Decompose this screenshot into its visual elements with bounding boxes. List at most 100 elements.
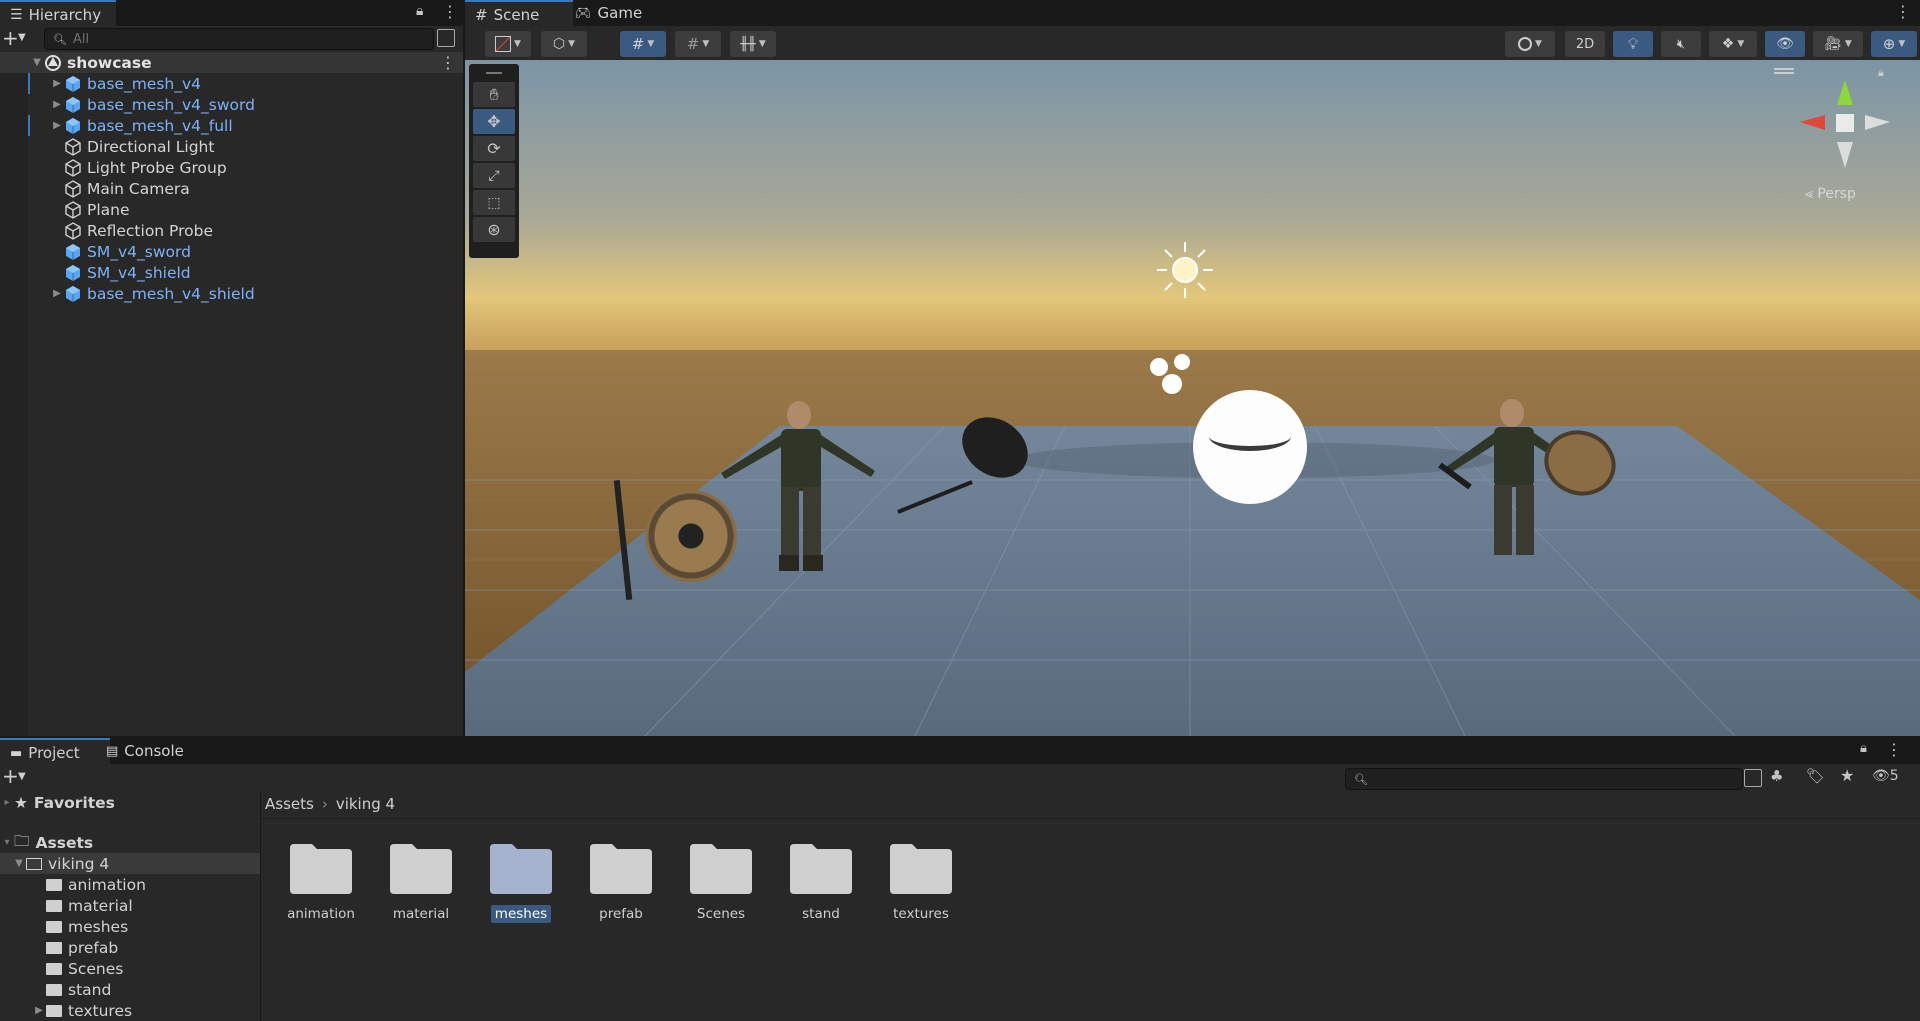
hierarchy-item[interactable]: ▶ base_mesh_v4_shield — [0, 283, 463, 304]
folder-tile[interactable]: stand — [775, 840, 867, 922]
filter-by-label-icon[interactable]: 🏷︎ — [1806, 767, 1825, 785]
hierarchy-item[interactable]: SM_v4_sword — [0, 241, 463, 262]
folder-tile[interactable]: textures — [875, 840, 967, 922]
hierarchy-item[interactable]: SM_v4_shield — [0, 262, 463, 283]
favorites-arrow-icon[interactable]: ▸ — [0, 797, 14, 808]
tab-hierarchy[interactable]: ☰ Hierarchy — [0, 0, 116, 28]
incremental-snap-button[interactable]: # ▼ — [675, 31, 721, 57]
project-tree-item[interactable]: ▼ viking 4 — [0, 853, 260, 874]
ruler-button[interactable]: ╫╫ ▼ — [730, 31, 776, 57]
project-tree-item[interactable]: material — [0, 895, 260, 916]
project-add-chevron-icon[interactable]: ▼ — [18, 771, 26, 782]
project-lock-icon[interactable]: 🔒︎ — [1860, 741, 1867, 756]
camera-settings-button[interactable]: 🎥︎ ▼ — [1813, 31, 1863, 57]
project-tree-item[interactable]: animation — [0, 874, 260, 895]
rect-tool[interactable]: ⬚ — [473, 190, 515, 215]
project-tree-item[interactable]: stand — [0, 979, 260, 1000]
tab-game[interactable]: 🎮︎ Game — [565, 0, 665, 26]
project-tree-item[interactable]: Scenes — [0, 958, 260, 979]
breadcrumb-viking4[interactable]: viking 4 — [336, 795, 395, 813]
project-tree-item[interactable]: meshes — [0, 916, 260, 937]
hierarchy-item[interactable]: Main Camera — [0, 178, 463, 199]
folder-icon — [46, 899, 62, 912]
tree-arrow-icon[interactable]: ▶ — [32, 1005, 46, 1016]
lighting-toggle-button[interactable]: 💡︎ — [1613, 31, 1653, 57]
expand-arrow-icon[interactable]: ▶ — [50, 288, 64, 299]
collapse-arrow-icon[interactable]: ▼ — [30, 57, 44, 68]
gamepad-icon: 🎮︎ — [575, 5, 592, 21]
add-icon[interactable]: + — [2, 26, 19, 50]
favorite-star-icon[interactable]: ★ — [1840, 766, 1854, 785]
hierarchy-item[interactable]: ▶ base_mesh_v4_sword — [0, 94, 463, 115]
scene-kebab-icon[interactable]: ⋮ — [1895, 2, 1911, 21]
audio-toggle-button[interactable]: 🔇︎ — [1661, 31, 1701, 57]
viking-character-left[interactable] — [715, 395, 895, 595]
expand-arrow-icon[interactable]: ▶ — [50, 78, 64, 89]
lock-icon[interactable]: 🔒︎ — [416, 3, 423, 19]
hand-tool[interactable]: ✋︎ — [473, 82, 515, 107]
tab-project[interactable]: ▬ Project — [0, 738, 110, 766]
filter-by-type-icon[interactable]: ♣ — [1770, 767, 1783, 785]
folder-tile[interactable]: meshes — [475, 840, 567, 923]
gizmos-button[interactable]: ⊕ ▼ — [1871, 31, 1917, 57]
projection-label[interactable]: ⪡ Persp — [1805, 186, 1856, 202]
render-mode-button[interactable]: ⬡ ▼ — [541, 31, 587, 57]
scene-orientation-gizmo[interactable] — [1790, 70, 1900, 180]
folder-tile[interactable]: Scenes — [675, 840, 767, 922]
tree-arrow-icon[interactable]: ▼ — [12, 858, 26, 869]
viking-character-right[interactable] — [1430, 395, 1630, 595]
project-tree-item[interactable]: prefab — [0, 937, 260, 958]
chevron-down-icon[interactable]: ▼ — [18, 32, 26, 43]
project-tree-label: prefab — [68, 938, 119, 957]
assets-arrow-icon[interactable]: ▾ — [0, 837, 14, 848]
project-kebab-icon[interactable]: ⋮ — [1886, 740, 1902, 759]
rotate-tool[interactable]: ⟳ — [473, 136, 515, 161]
scene-menu-icon[interactable]: ⋮ — [440, 53, 456, 72]
search-options-icon[interactable] — [437, 29, 455, 47]
project-tree-panel: ▸ ★ Favorites ▾ 🗀 Assets ▼ viking 4 animat… — [0, 792, 261, 1021]
hierarchy-item[interactable]: ▶ base_mesh_v4_full — [0, 115, 463, 136]
hidden-packages-toggle[interactable]: 👁︎5 — [1872, 768, 1899, 784]
scene-row-showcase[interactable]: ▼ showcase ⋮ — [0, 52, 463, 73]
expand-arrow-icon[interactable]: ▶ — [50, 99, 64, 110]
project-tree-item[interactable]: ▶ textures — [0, 1000, 260, 1021]
gizmo-menu-icon[interactable] — [1774, 68, 1794, 70]
hierarchy-item[interactable]: Plane — [0, 199, 463, 220]
hierarchy-item[interactable]: Directional Light — [0, 136, 463, 157]
reflection-probe-gizmo[interactable] — [1193, 390, 1307, 504]
shield-left[interactable] — [645, 490, 737, 582]
light-probe-gizmo[interactable] — [1150, 350, 1190, 395]
hierarchy-search-input[interactable]: 🔍︎ All — [44, 28, 434, 50]
effects-button[interactable]: ❖ ▼ — [1709, 31, 1757, 57]
scene-toolbar: ▼ ⬡ ▼ # ▼ # ▼ ╫╫ ▼ ▼ 2D 💡︎ 🔇︎ ❖ ▼ 👁︎ 🎥︎ ▼ ⊕ ▼ — [465, 26, 1920, 60]
shading-mode-button[interactable]: ▼ — [1505, 31, 1555, 57]
toolbox-handle[interactable] — [486, 72, 502, 74]
scene-viewport[interactable]: ✋︎ ✥ ⟳ ⤢ ⬚ ⊛ 🔒︎ ⪡ Persp — [465, 60, 1920, 736]
project-search-input[interactable]: 🔍︎ — [1345, 768, 1743, 790]
tab-scene[interactable]: # Scene — [465, 0, 573, 28]
favorites-row[interactable]: ▸ ★ Favorites — [0, 792, 114, 813]
assets-row[interactable]: ▾ 🗀 Assets — [0, 832, 93, 853]
folder-tile[interactable]: prefab — [575, 840, 667, 922]
rotate-icon: ⟳ — [487, 139, 501, 158]
hierarchy-item[interactable]: Reflection Probe — [0, 220, 463, 241]
kebab-menu-icon[interactable]: ⋮ — [442, 2, 458, 21]
search-by-type-icon[interactable] — [1744, 769, 1762, 787]
gizmo-lock-icon[interactable]: 🔒︎ — [1878, 66, 1884, 80]
project-add-icon[interactable]: + — [2, 764, 19, 788]
draw-mode-button[interactable]: ▼ — [485, 31, 531, 57]
expand-arrow-icon[interactable]: ▶ — [50, 120, 64, 131]
move-tool[interactable]: ✥ — [473, 109, 515, 134]
tab-console[interactable]: ▤ Console — [96, 738, 216, 764]
folder-tile[interactable]: animation — [275, 840, 367, 922]
folder-tile[interactable]: material — [375, 840, 467, 922]
hierarchy-item[interactable]: ▶ base_mesh_v4 — [0, 73, 463, 94]
transform-tool[interactable]: ⊛ — [473, 217, 515, 242]
grid-snap-button[interactable]: # ▼ — [620, 31, 666, 57]
scale-tool[interactable]: ⤢ — [473, 163, 515, 188]
breadcrumb-assets[interactable]: Assets — [265, 795, 314, 813]
toggle-2d-button[interactable]: 2D — [1565, 31, 1605, 57]
directional-light-gizmo[interactable] — [1155, 240, 1215, 300]
hierarchy-item[interactable]: Light Probe Group — [0, 157, 463, 178]
scene-visibility-button[interactable]: 👁︎ — [1765, 31, 1805, 57]
